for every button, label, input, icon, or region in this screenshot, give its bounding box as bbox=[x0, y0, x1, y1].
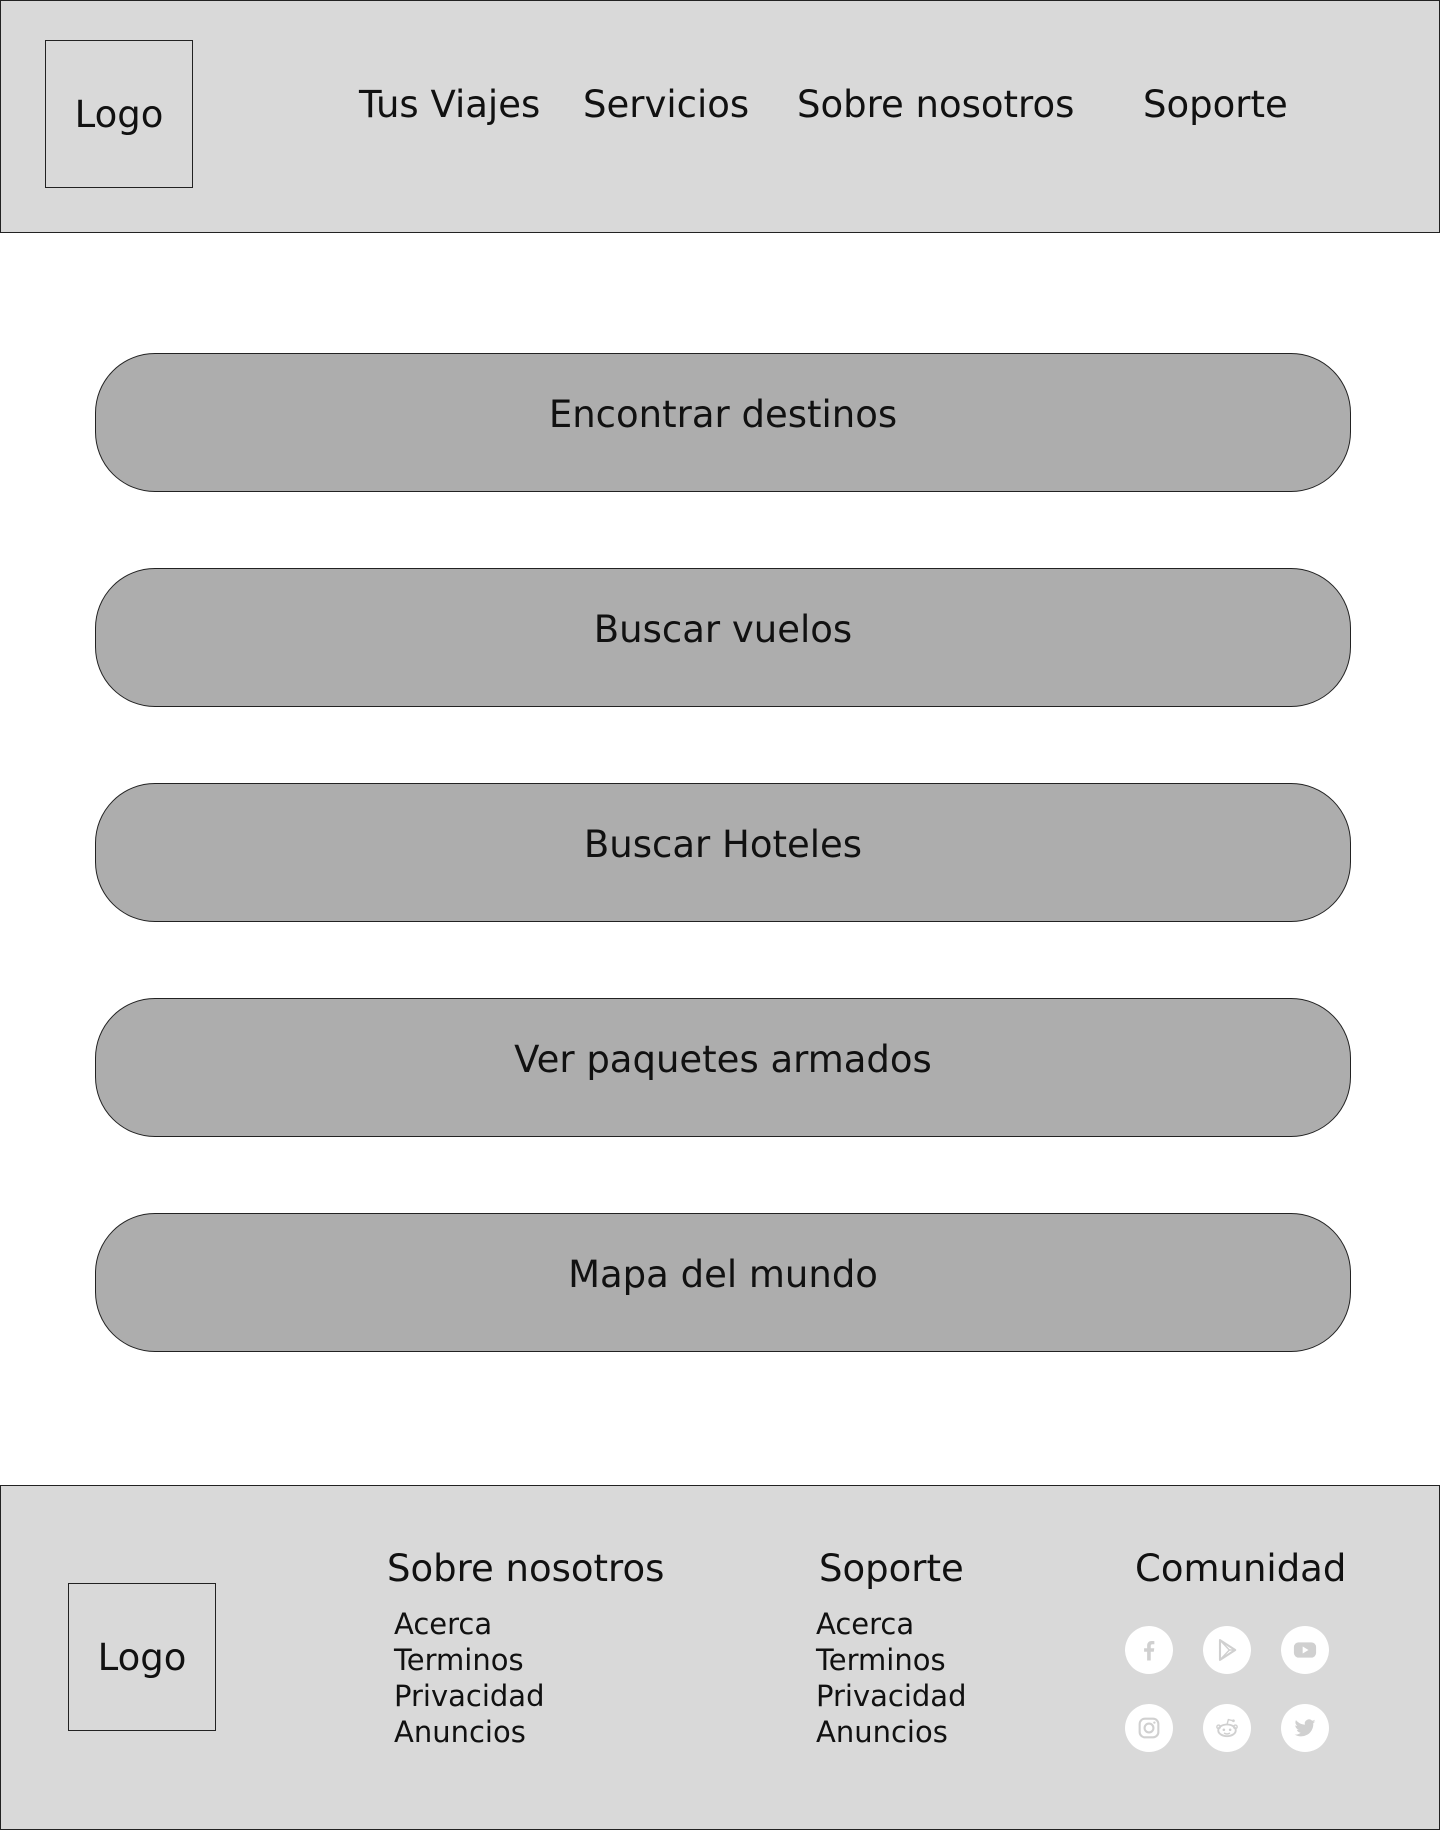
footer-heading-community: Comunidad bbox=[1135, 1547, 1347, 1590]
footer-link-anuncios[interactable]: Anuncios bbox=[816, 1714, 966, 1750]
twitter-icon[interactable] bbox=[1281, 1704, 1329, 1752]
search-hotels-label: Buscar Hoteles bbox=[583, 823, 863, 866]
footer-about-links: Acerca Terminos Privacidad Anuncios bbox=[394, 1606, 544, 1750]
footer-link-terminos[interactable]: Terminos bbox=[394, 1642, 544, 1678]
header-logo[interactable]: Logo bbox=[45, 40, 193, 188]
footer-link-privacidad[interactable]: Privacidad bbox=[816, 1678, 966, 1714]
site-footer: Logo Sobre nosotros Acerca Terminos Priv… bbox=[0, 1485, 1440, 1830]
instagram-icon[interactable] bbox=[1125, 1704, 1173, 1752]
view-packages-label: Ver paquetes armados bbox=[514, 1038, 932, 1081]
site-header: Logo Tus Viajes Servicios Sobre nosotros… bbox=[0, 0, 1440, 233]
footer-link-acerca[interactable]: Acerca bbox=[816, 1606, 966, 1642]
find-destinations-label: Encontrar destinos bbox=[548, 393, 898, 436]
world-map-label: Mapa del mundo bbox=[568, 1253, 878, 1296]
footer-support-links: Acerca Terminos Privacidad Anuncios bbox=[816, 1606, 966, 1750]
youtube-icon[interactable] bbox=[1281, 1626, 1329, 1674]
footer-link-anuncios[interactable]: Anuncios bbox=[394, 1714, 544, 1750]
nav-item-sobre-nosotros[interactable]: Sobre nosotros bbox=[797, 86, 1074, 123]
nav-item-servicios[interactable]: Servicios bbox=[583, 86, 749, 123]
search-flights-label: Buscar vuelos bbox=[593, 608, 853, 651]
footer-link-privacidad[interactable]: Privacidad bbox=[394, 1678, 544, 1714]
reddit-icon[interactable] bbox=[1203, 1704, 1251, 1752]
search-hotels-button[interactable]: Buscar Hoteles bbox=[95, 783, 1351, 922]
view-packages-button[interactable]: Ver paquetes armados bbox=[95, 998, 1351, 1137]
footer-link-terminos[interactable]: Terminos bbox=[816, 1642, 966, 1678]
nav-item-soporte[interactable]: Soporte bbox=[1143, 86, 1288, 123]
footer-heading-about: Sobre nosotros bbox=[387, 1547, 665, 1590]
footer-logo[interactable]: Logo bbox=[68, 1583, 216, 1731]
footer-link-acerca[interactable]: Acerca bbox=[394, 1606, 544, 1642]
footer-heading-support: Soporte bbox=[819, 1547, 964, 1590]
facebook-icon[interactable] bbox=[1125, 1626, 1173, 1674]
search-flights-button[interactable]: Buscar vuelos bbox=[95, 568, 1351, 707]
nav-item-tus-viajes[interactable]: Tus Viajes bbox=[359, 86, 540, 123]
play-store-icon[interactable] bbox=[1203, 1626, 1251, 1674]
world-map-button[interactable]: Mapa del mundo bbox=[95, 1213, 1351, 1352]
find-destinations-button[interactable]: Encontrar destinos bbox=[95, 353, 1351, 492]
